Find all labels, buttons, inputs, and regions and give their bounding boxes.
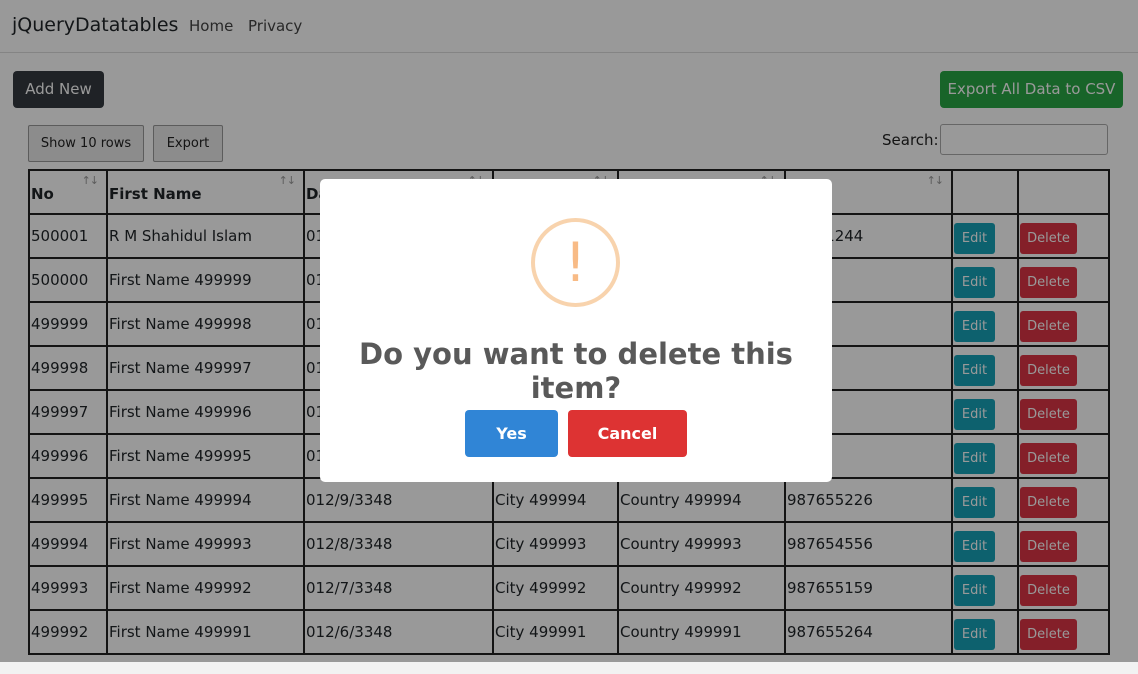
dialog-title: Do you want to delete this item? — [359, 337, 793, 405]
cancel-button[interactable]: Cancel — [568, 410, 687, 457]
yes-button[interactable]: Yes — [465, 410, 558, 457]
delete-confirm-dialog: ! Do you want to delete this item? Yes C… — [320, 179, 832, 482]
warning-icon: ! — [531, 218, 620, 307]
